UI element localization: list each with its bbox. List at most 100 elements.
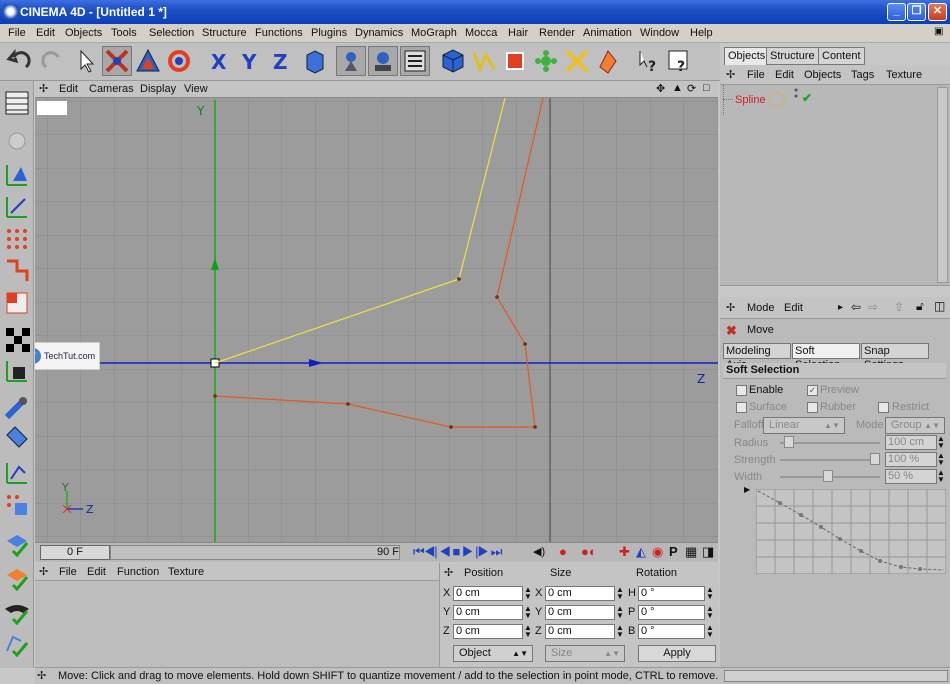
menu-hair[interactable]: Hair: [508, 27, 528, 39]
spinner-icon[interactable]: ▲ ▼: [616, 605, 624, 620]
spinner-icon[interactable]: ▲ ▼: [937, 469, 945, 484]
object-menu-file[interactable]: File: [747, 69, 765, 81]
viewport-right[interactable]: Y Z Y Z T TechTut.com: [35, 98, 718, 542]
attr-new-window-icon[interactable]: ◫: [934, 299, 945, 313]
attr-handle-icon[interactable]: ✢: [726, 301, 735, 314]
scene-icon[interactable]: [593, 46, 623, 76]
spline-point[interactable]: [449, 425, 453, 429]
pos-y-field[interactable]: 0 cm: [453, 605, 523, 620]
attr-back-icon[interactable]: ⇦: [851, 300, 861, 314]
tab-content[interactable]: Content: [818, 47, 865, 65]
material-menu-function[interactable]: Function: [117, 566, 159, 578]
enabled-check-icon[interactable]: ✔: [802, 91, 812, 105]
menu-selection[interactable]: Selection: [149, 27, 194, 39]
surface-checkbox[interactable]: [736, 402, 747, 413]
spline-tool-icon[interactable]: [469, 46, 499, 76]
snap-enable-icon[interactable]: [3, 531, 31, 559]
apply-button[interactable]: Apply: [638, 645, 716, 662]
use-object-axis-icon[interactable]: [3, 193, 31, 221]
spinner-icon[interactable]: ▲ ▼: [937, 452, 945, 467]
tab-objects[interactable]: Objects: [724, 47, 770, 65]
timeline-track[interactable]: [110, 545, 400, 560]
use-point-tool-icon[interactable]: [3, 225, 31, 253]
ik-enable-icon[interactable]: [3, 631, 31, 659]
texture-axis-icon[interactable]: [3, 325, 31, 353]
z-axis-lock-icon[interactable]: Z: [267, 46, 297, 76]
playback-controls[interactable]: ⏮◀| ◀ ■ ▶ |▶ ⏭: [413, 544, 502, 560]
falloff-curve-graph[interactable]: [756, 489, 946, 574]
use-model-tool-icon[interactable]: [3, 161, 31, 189]
viewport-menu-edit[interactable]: Edit: [59, 83, 78, 95]
menu-mograph[interactable]: MoGraph: [411, 27, 457, 39]
spinner-icon[interactable]: ▲ ▼: [616, 586, 624, 601]
use-edge-tool-icon[interactable]: [3, 257, 31, 285]
pos-x-field[interactable]: 0 cm: [453, 586, 523, 601]
menu-plugins[interactable]: Plugins: [311, 27, 347, 39]
menu-tools[interactable]: Tools: [111, 27, 137, 39]
spinner-icon[interactable]: ▲ ▼: [524, 624, 532, 639]
attr-next-icon[interactable]: ⇨: [868, 300, 878, 314]
texture-mode-icon[interactable]: [400, 46, 430, 76]
tab-soft-selection[interactable]: Soft Selection: [792, 343, 860, 371]
move-tool-icon[interactable]: [102, 46, 132, 76]
attr-up-icon[interactable]: ⇧: [894, 300, 904, 314]
radius-slider-track[interactable]: [780, 442, 880, 444]
object-menu-texture[interactable]: Texture: [886, 69, 922, 81]
object-menu-edit[interactable]: Edit: [775, 69, 794, 81]
minimize-button[interactable]: _: [887, 3, 906, 21]
view-layout-icon[interactable]: [3, 89, 31, 117]
strength-field[interactable]: 100 %: [885, 452, 937, 467]
strength-slider-track[interactable]: [780, 459, 880, 461]
attr-lock-icon[interactable]: 🔓︎: [916, 299, 924, 314]
render-help-icon[interactable]: ?: [664, 46, 694, 76]
keyframe-pla-icon[interactable]: ▦: [685, 544, 697, 560]
keyframe-scale-icon[interactable]: ◭: [636, 544, 646, 560]
array-icon[interactable]: [531, 46, 561, 76]
menu-window[interactable]: Window: [640, 27, 679, 39]
mode-dropdown[interactable]: Group ▲▼: [885, 417, 945, 434]
menu-file[interactable]: File: [8, 27, 26, 39]
tab-snap-settings[interactable]: Snap Settings: [861, 343, 929, 371]
rot-b-field[interactable]: 0 °: [638, 624, 705, 639]
spinner-icon[interactable]: ▲ ▼: [706, 586, 714, 601]
spline-point[interactable]: [346, 402, 350, 406]
pos-z-field[interactable]: 0 cm: [453, 624, 523, 639]
spline-point[interactable]: [213, 394, 217, 398]
coords-handle-icon[interactable]: ✢: [444, 566, 453, 579]
menu-animation[interactable]: Animation: [583, 27, 632, 39]
object-menu-tags[interactable]: Tags: [851, 69, 874, 81]
spline-point[interactable]: [457, 277, 461, 281]
visibility-dots-icon[interactable]: ● ●: [794, 87, 798, 100]
size-x-field[interactable]: 0 cm: [545, 586, 615, 601]
menu-help[interactable]: Help: [690, 27, 713, 39]
menu-mocca[interactable]: Mocca: [465, 27, 497, 39]
radius-slider-knob[interactable]: [784, 436, 794, 448]
material-manager[interactable]: [35, 581, 439, 667]
width-field[interactable]: 50 %: [885, 469, 937, 484]
object-menu-objects[interactable]: Objects: [804, 69, 841, 81]
restrict-checkbox[interactable]: [878, 402, 889, 413]
rotate-tool-icon[interactable]: [164, 46, 194, 76]
material-menu-edit[interactable]: Edit: [87, 566, 106, 578]
paint-tool-icon[interactable]: [3, 491, 31, 519]
deformer-icon[interactable]: [562, 46, 592, 76]
tweak-icon[interactable]: [3, 395, 31, 423]
keyframe-position-icon[interactable]: ✚: [619, 544, 630, 560]
radius-field[interactable]: 100 cm: [885, 435, 937, 450]
viewport-move-icon[interactable]: ✥: [656, 82, 665, 95]
width-slider-knob[interactable]: [823, 470, 833, 482]
spinner-icon[interactable]: ▲ ▼: [937, 435, 945, 450]
spline-point[interactable]: [533, 425, 537, 429]
animation-icon[interactable]: [3, 425, 31, 453]
sound-icon[interactable]: ◀): [533, 545, 545, 558]
rubber-checkbox[interactable]: [807, 402, 818, 413]
spline-point[interactable]: [523, 342, 527, 346]
enable-checkbox[interactable]: [736, 385, 747, 396]
object-axis-icon[interactable]: [3, 357, 31, 385]
size-mode-dropdown[interactable]: Size ▲▼: [545, 645, 625, 662]
falloff-curve-toggle-icon[interactable]: ▶: [744, 485, 750, 494]
restore-icon[interactable]: ▣: [934, 26, 943, 37]
object-list[interactable]: Spline ● ● ✔: [720, 85, 950, 285]
rot-h-field[interactable]: 0 °: [638, 586, 705, 601]
close-button[interactable]: ✕: [928, 3, 947, 21]
